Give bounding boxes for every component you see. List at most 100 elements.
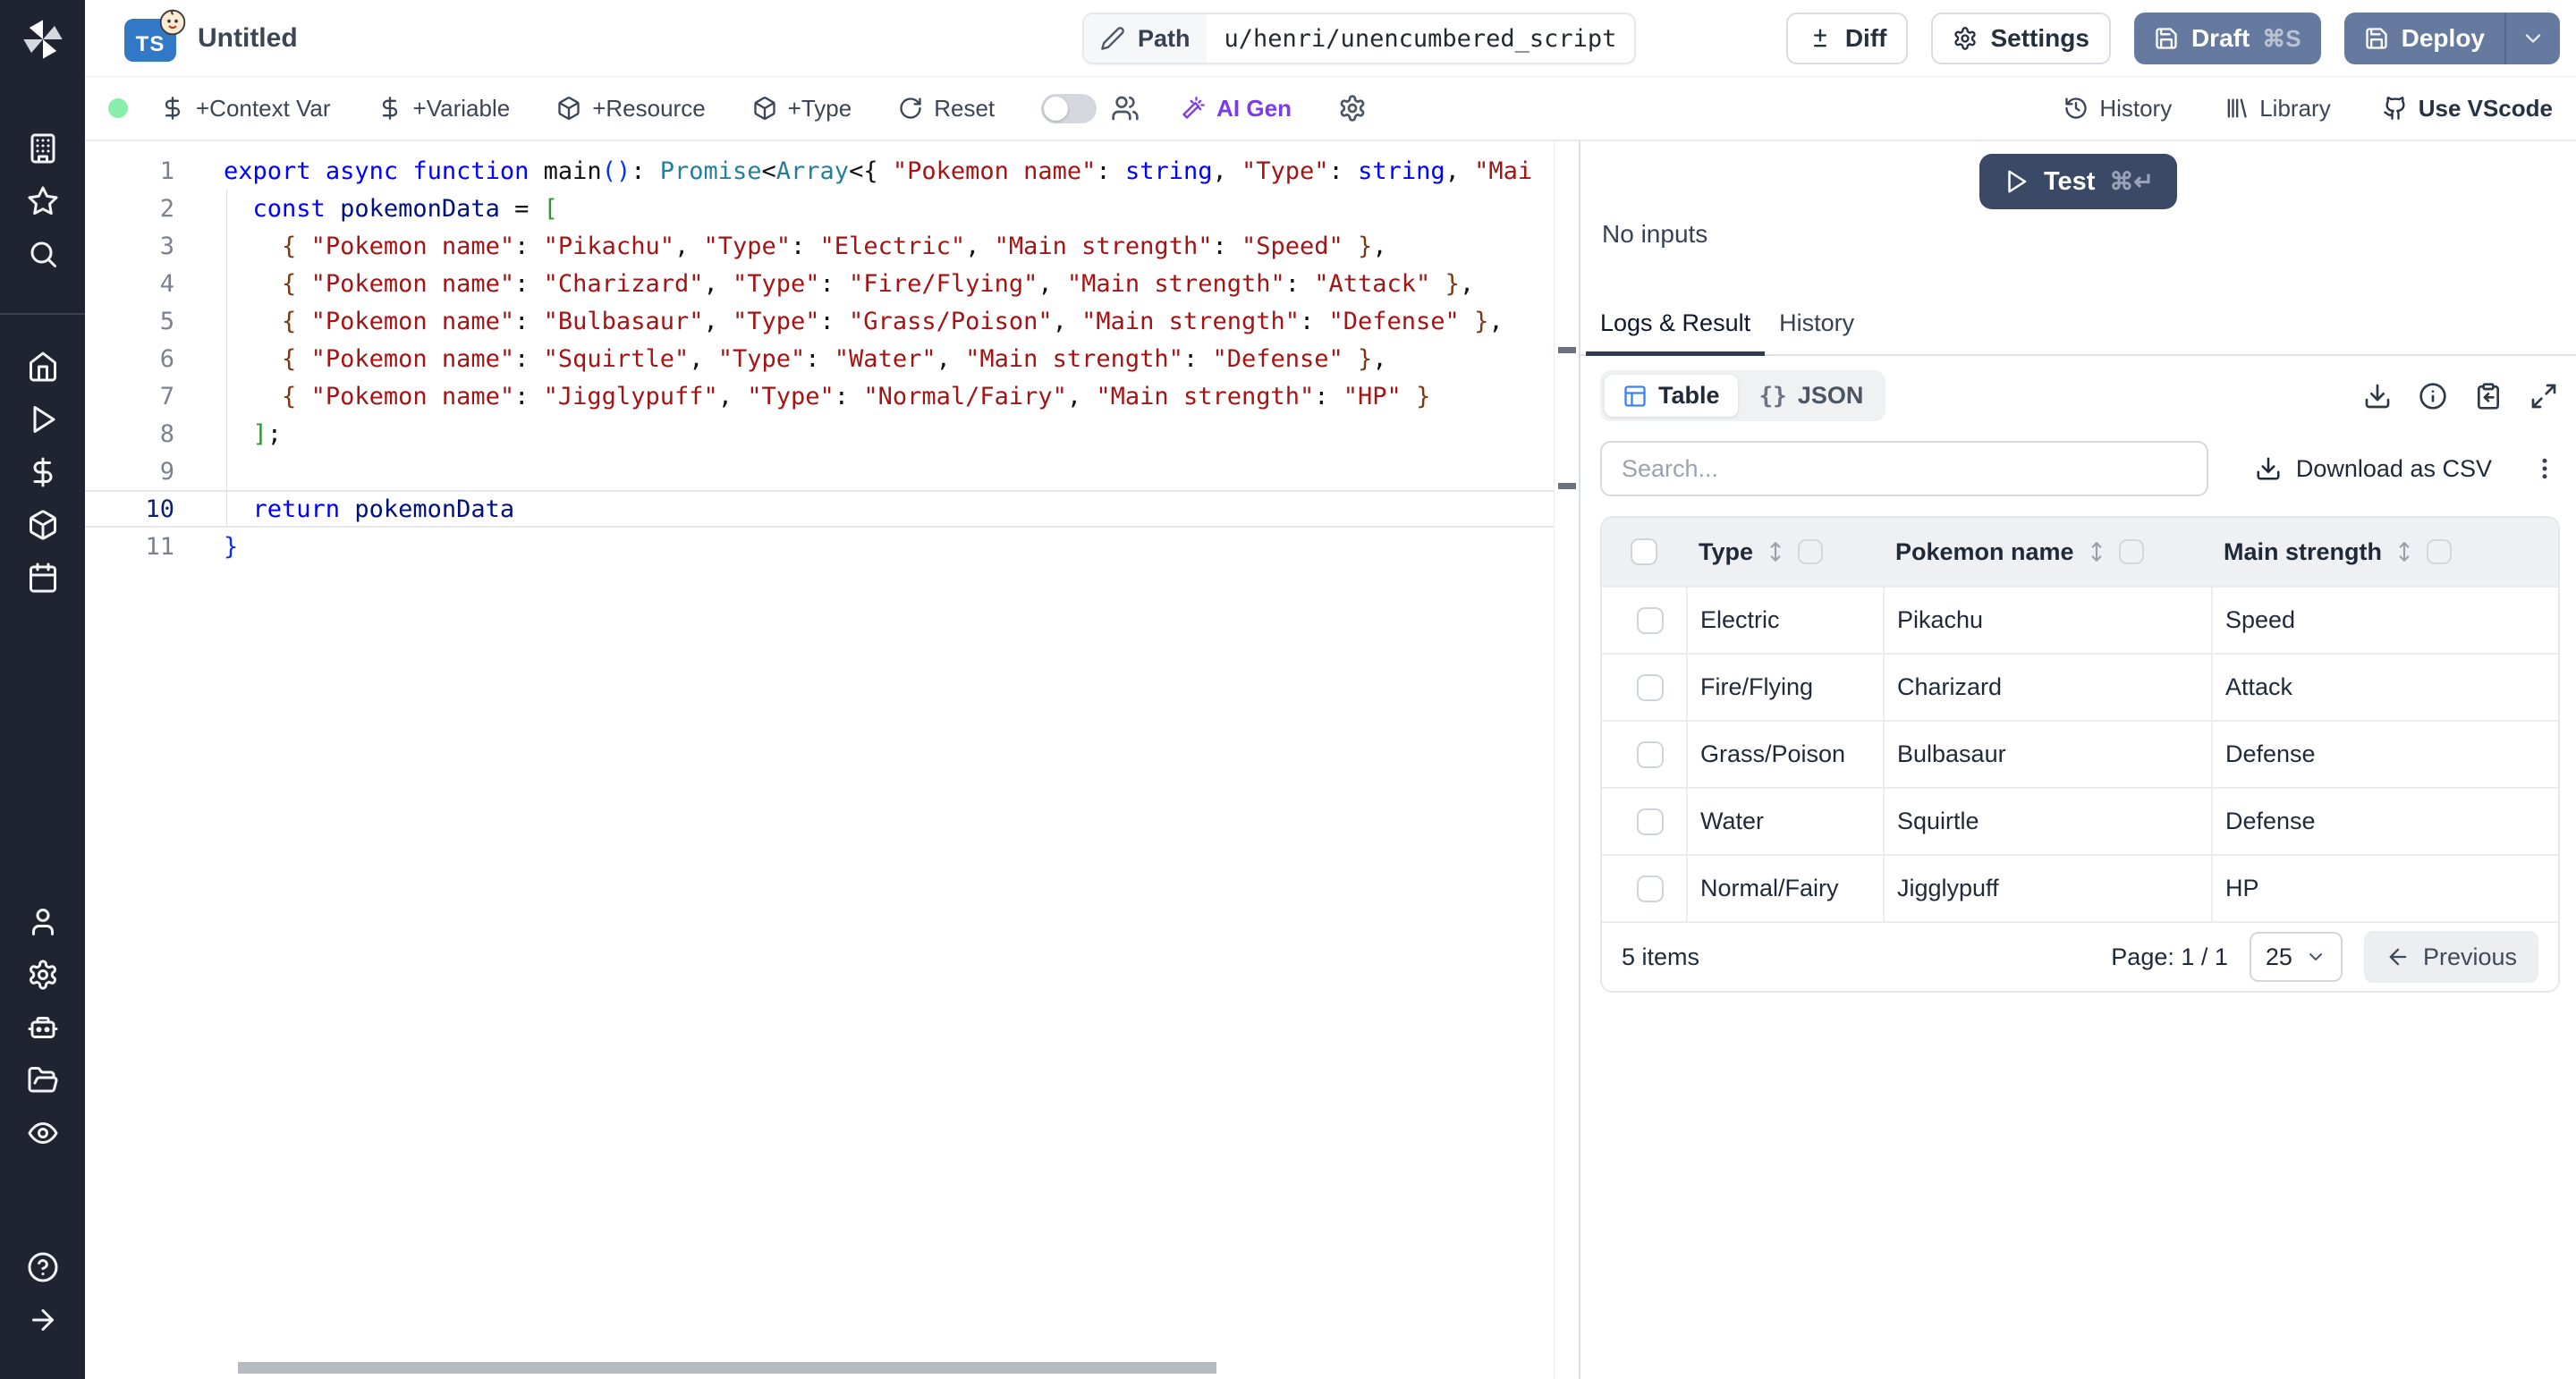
table-cell: Pikachu xyxy=(1883,588,2211,653)
table-row[interactable]: ElectricPikachuSpeed xyxy=(1602,586,2558,653)
view-toggle-row: Table {} JSON xyxy=(1600,370,2558,421)
code-editor[interactable]: 1export async function main(): Promise<A… xyxy=(85,141,1579,1379)
tab-logs-result[interactable]: Logs & Result xyxy=(1586,300,1765,356)
tab-history[interactable]: History xyxy=(1765,300,1868,356)
results-body: Table {} JSON Downl xyxy=(1580,356,2576,1379)
status-dot xyxy=(108,98,128,118)
overview-ruler xyxy=(1554,141,1579,1379)
draft-button[interactable]: Draft ⌘S xyxy=(2134,13,2321,64)
reset-button[interactable]: Reset xyxy=(898,95,995,123)
deploy-dropdown-button[interactable] xyxy=(2504,13,2560,64)
ai-gen-button[interactable]: AI Gen xyxy=(1181,95,1292,123)
save-icon xyxy=(2154,26,2179,51)
add-context-var-button[interactable]: +Context Var xyxy=(160,95,331,123)
clipboard-icon[interactable] xyxy=(2474,382,2503,410)
horizontal-scrollbar[interactable] xyxy=(238,1362,1216,1374)
code-line-6[interactable]: 6 { "Pokemon name": "Squirtle", "Type": … xyxy=(85,340,1554,377)
more-options-button[interactable] xyxy=(2531,455,2558,482)
sidebar-item-search[interactable] xyxy=(26,237,60,271)
use-vscode-button[interactable]: Use VScode xyxy=(2383,95,2553,123)
info-icon[interactable] xyxy=(2419,382,2447,410)
column-filter-toggle[interactable] xyxy=(2119,539,2144,564)
sidebar-item-calendar[interactable] xyxy=(26,561,60,595)
windmill-logo-icon[interactable] xyxy=(20,16,66,63)
code-line-7[interactable]: 7 { "Pokemon name": "Jigglypuff", "Type"… xyxy=(85,377,1554,415)
sidebar-item-folder-open[interactable] xyxy=(26,1063,60,1097)
multiplayer-toggle[interactable] xyxy=(1041,94,1097,123)
path-control[interactable]: Path u/henri/unencumbered_script xyxy=(1082,13,1636,64)
add-type-button[interactable]: +Type xyxy=(752,95,852,123)
line-number: 7 xyxy=(85,383,174,410)
deploy-button[interactable]: Deploy xyxy=(2344,13,2504,64)
line-number: 10 xyxy=(85,495,174,523)
collaborators-icon[interactable] xyxy=(1111,94,1140,123)
row-checkbox[interactable] xyxy=(1637,876,1664,902)
braces-icon: {} xyxy=(1759,383,1787,410)
row-checkbox[interactable] xyxy=(1637,607,1664,634)
column-filter-toggle[interactable] xyxy=(2427,539,2452,564)
add-resource-button[interactable]: +Resource xyxy=(556,95,705,123)
table-row[interactable]: Fire/FlyingCharizardAttack xyxy=(1602,653,2558,720)
users-icon xyxy=(1111,94,1140,123)
history-button[interactable]: History xyxy=(2063,95,2172,123)
code-line-2[interactable]: 2 const pokemonData = [ xyxy=(85,190,1554,227)
line-number: 5 xyxy=(85,308,174,335)
download-csv-button[interactable]: Download as CSV xyxy=(2255,455,2492,483)
code-line-8[interactable]: 8 ]; xyxy=(85,415,1554,453)
code-line-3[interactable]: 3 { "Pokemon name": "Pikachu", "Type": "… xyxy=(85,227,1554,265)
page-size-select[interactable]: 25 xyxy=(2250,932,2343,982)
row-checkbox[interactable] xyxy=(1637,741,1664,768)
sidebar-item-building[interactable] xyxy=(26,131,60,165)
code-line-1[interactable]: 1export async function main(): Promise<A… xyxy=(85,152,1554,190)
sort-icon[interactable] xyxy=(2393,540,2416,563)
download-icon[interactable] xyxy=(2363,382,2392,410)
sidebar-item-play[interactable] xyxy=(26,402,60,436)
column-filter-toggle[interactable] xyxy=(1798,539,1823,564)
path-value[interactable]: u/henri/unencumbered_script xyxy=(1207,14,1635,63)
view-table-button[interactable]: Table xyxy=(1605,375,1738,417)
diff-button[interactable]: Diff xyxy=(1786,13,1909,64)
sidebar-item-arrow-right[interactable] xyxy=(26,1303,60,1337)
select-all-checkbox[interactable] xyxy=(1631,538,1657,565)
page-size-value: 25 xyxy=(2266,943,2292,971)
sidebar-item-dollar[interactable] xyxy=(26,455,60,489)
add-variable-button[interactable]: +Variable xyxy=(377,95,511,123)
row-checkbox[interactable] xyxy=(1637,674,1664,701)
previous-page-button[interactable]: Previous xyxy=(2364,931,2538,983)
expand-icon[interactable] xyxy=(2529,382,2558,410)
sidebar-item-user[interactable] xyxy=(26,905,60,939)
sidebar-item-robot[interactable] xyxy=(26,1011,60,1045)
test-button[interactable]: Test ⌘↵ xyxy=(1979,154,2177,209)
library-button[interactable]: Library xyxy=(2224,95,2330,123)
search-input[interactable] xyxy=(1600,441,2208,496)
row-checkbox[interactable] xyxy=(1637,808,1664,835)
sidebar-item-home[interactable] xyxy=(26,350,60,384)
sidebar-middle-group xyxy=(26,331,60,613)
sort-icon[interactable] xyxy=(1764,540,1787,563)
code-line-4[interactable]: 4 { "Pokemon name": "Charizard", "Type":… xyxy=(85,265,1554,302)
code-line-9[interactable]: 9 xyxy=(85,453,1554,490)
table-cell: Bulbasaur xyxy=(1883,722,2211,787)
settings-button[interactable]: Settings xyxy=(1931,13,2110,64)
table-row[interactable]: Grass/PoisonBulbasaurDefense xyxy=(1602,720,2558,787)
code-line-11[interactable]: 11} xyxy=(85,528,1554,565)
table-header-row: TypePokemon nameMain strength xyxy=(1602,518,2558,586)
table-icon xyxy=(1623,384,1648,409)
table-tools-row: Download as CSV xyxy=(1600,441,2558,496)
sort-icon[interactable] xyxy=(2085,540,2108,563)
sidebar-item-star[interactable] xyxy=(26,184,60,218)
test-row: Test ⌘↵ xyxy=(1580,154,2576,209)
sidebar-divider xyxy=(0,313,85,315)
column-label: Main strength xyxy=(2224,538,2382,566)
code-line-5[interactable]: 5 { "Pokemon name": "Bulbasaur", "Type":… xyxy=(85,302,1554,340)
sidebar-item-package[interactable] xyxy=(26,508,60,542)
ai-gen-label: AI Gen xyxy=(1216,95,1292,123)
sidebar-item-eye[interactable] xyxy=(26,1116,60,1150)
table-row[interactable]: Normal/FairyJigglypuffHP xyxy=(1602,854,2558,921)
sidebar-item-help[interactable] xyxy=(26,1250,60,1284)
editor-settings-button[interactable] xyxy=(1338,94,1367,123)
sidebar-item-gear[interactable] xyxy=(26,958,60,992)
code-line-10[interactable]: 10 return pokemonData xyxy=(85,490,1554,528)
view-json-button[interactable]: {} JSON xyxy=(1741,375,1882,417)
table-row[interactable]: WaterSquirtleDefense xyxy=(1602,787,2558,854)
